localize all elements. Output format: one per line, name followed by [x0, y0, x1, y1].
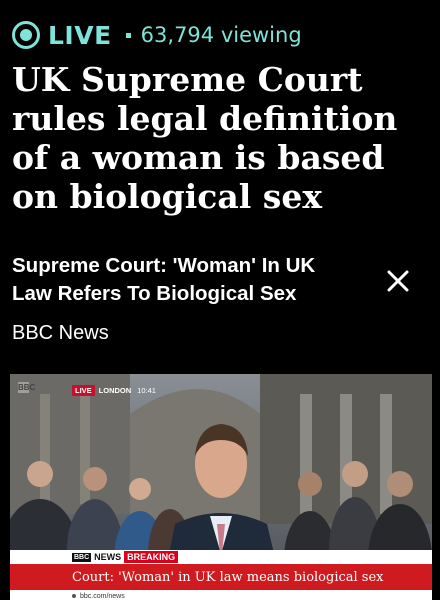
bbc-logo-text: BBC: [72, 552, 92, 562]
lower-third: BBC NEWS BREAKING Court: 'Woman' in UK l…: [10, 550, 432, 600]
lower-third-url-text: bbc.com/news: [80, 592, 125, 600]
broadcast-location: LONDON: [98, 386, 132, 395]
bbc-logo: BBC: [72, 552, 92, 562]
separator-dot: [125, 32, 131, 38]
story-source: BBC News: [12, 322, 109, 344]
channel-logo-text: BBC: [18, 382, 36, 393]
broadcast-time: 10:41: [137, 386, 156, 395]
video-player[interactable]: BBC LIVE LONDON 10:41 BBC NEWS BREAKING …: [10, 374, 432, 600]
page-headline: UK Supreme Court rules legal definition …: [12, 60, 398, 216]
viewer-count: 63,794 viewing: [140, 23, 302, 47]
bullet-icon: [72, 594, 76, 598]
close-icon: [387, 270, 409, 292]
breaking-label: BREAKING: [124, 551, 179, 563]
lower-third-caption: Court: 'Woman' in UK law means biologica…: [10, 564, 432, 590]
news-label: NEWS: [94, 552, 122, 562]
close-button[interactable]: [384, 267, 412, 295]
live-label: LIVE: [48, 20, 112, 50]
channel-logo: BBC: [18, 382, 36, 393]
live-indicator-icon: [12, 21, 40, 49]
lower-third-url: bbc.com/news: [10, 590, 432, 600]
broadcast-live-tag: LIVE: [72, 385, 95, 396]
broadcast-info: LIVE LONDON 10:41: [72, 385, 156, 396]
lower-third-header: BBC NEWS BREAKING: [10, 550, 432, 564]
live-status: LIVE 63,794 viewing: [12, 18, 302, 52]
story-card-title[interactable]: Supreme Court: 'Woman' In UK Law Refers …: [12, 252, 352, 308]
